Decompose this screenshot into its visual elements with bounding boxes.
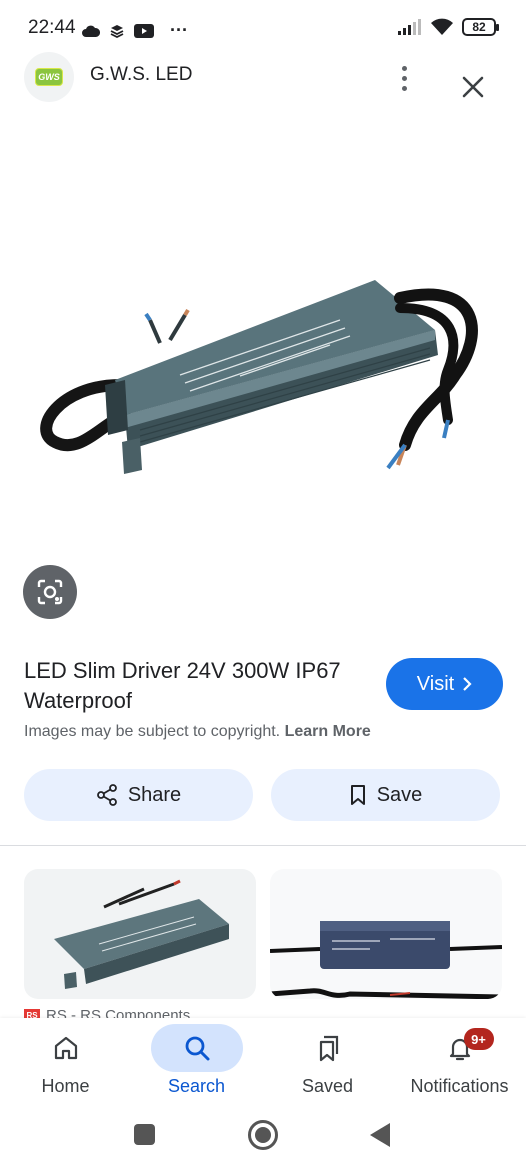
nav-search-icon-wrap (150, 1024, 243, 1072)
search-icon (185, 1036, 209, 1061)
site-logo-mark: GWS (35, 68, 63, 86)
lens-icon (37, 579, 63, 605)
bottom-navigation: Home Search Saved 9+ Notifications (0, 1018, 526, 1110)
system-navigation-bar (0, 1110, 526, 1169)
wifi-icon (431, 18, 453, 35)
home-dot-icon (255, 1127, 271, 1143)
product-image[interactable] (0, 180, 526, 510)
save-button[interactable]: Save (271, 769, 500, 821)
status-system-icons: 82 (398, 18, 499, 36)
signal-icon (398, 19, 421, 35)
site-logo[interactable]: GWS (24, 52, 74, 102)
status-bar: 22:44 ··· 82 (0, 0, 526, 56)
nav-home-label: Home (41, 1076, 90, 1096)
bookmarks-icon (319, 1035, 338, 1062)
source-header: GWS G.W.S. LED (0, 50, 526, 106)
more-dot-icon (401, 75, 407, 81)
copyright-notice: Images may be subject to copyright. Lear… (24, 723, 371, 741)
back-button[interactable] (370, 1123, 390, 1147)
nav-saved-label: Saved (301, 1076, 354, 1096)
nav-notifications[interactable]: 9+ Notifications (394, 1018, 525, 1110)
related-result-card[interactable] (24, 869, 256, 999)
share-icon (96, 784, 117, 806)
notification-badge: 9+ (463, 1028, 494, 1050)
close-icon[interactable] (456, 70, 490, 104)
battery-icon: 82 (462, 18, 499, 36)
learn-more-link[interactable]: Learn More (285, 723, 371, 740)
visit-button[interactable]: Visit (386, 658, 503, 710)
status-notification-icons: ··· (82, 20, 188, 41)
related-product-image (54, 879, 229, 989)
related-result-card[interactable] (270, 869, 502, 999)
nav-saved[interactable]: Saved (262, 1018, 393, 1110)
status-time: 22:44 (28, 17, 76, 38)
save-label: Save (376, 783, 423, 806)
nav-search-label: Search (167, 1076, 226, 1096)
home-icon (54, 1036, 77, 1060)
more-dot-icon (401, 65, 407, 71)
product-title: LED Slim Driver 24V 300W IP67 Waterproof (24, 658, 341, 713)
visit-button-label: Visit (416, 672, 455, 695)
chevron-right-icon (463, 677, 472, 691)
youtube-icon (134, 23, 154, 38)
bookmark-icon (350, 785, 365, 805)
nav-notifications-icon-wrap: 9+ (414, 1024, 506, 1072)
nav-home[interactable]: Home (0, 1018, 131, 1110)
home-button[interactable] (248, 1120, 278, 1150)
nav-home-icon-wrap (20, 1024, 112, 1072)
recents-button[interactable] (134, 1124, 155, 1145)
site-name[interactable]: G.W.S. LED (90, 64, 192, 86)
cloud-icon (82, 25, 100, 37)
more-options-button[interactable] (390, 58, 418, 98)
share-button[interactable]: Share (24, 769, 253, 821)
more-notifications-icon: ··· (170, 20, 188, 40)
more-dot-icon (401, 85, 407, 91)
lens-search-button[interactable] (23, 565, 77, 619)
copyright-text: Images may be subject to copyright. (24, 723, 281, 740)
related-product-image (270, 921, 502, 999)
nav-saved-icon-wrap (282, 1024, 374, 1072)
share-label: Share (127, 783, 182, 806)
section-divider (0, 845, 526, 846)
nav-notifications-label: Notifications (410, 1076, 509, 1096)
stack-icon (110, 24, 124, 38)
nav-search[interactable]: Search (131, 1018, 262, 1110)
